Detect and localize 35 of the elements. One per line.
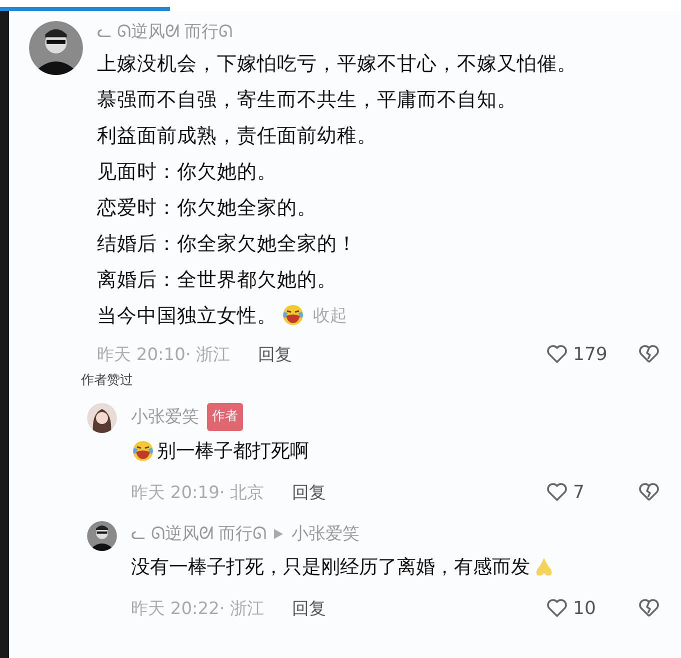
- comment-text: 结婚后：你全家欠她全家的！: [97, 230, 357, 256]
- author-liked-label: 作者赞过: [81, 372, 134, 389]
- comment-text: 慕强而不自强，寄生而不共生，平庸而不自知。: [97, 86, 517, 112]
- comment-text: 见面时：你欠她的。: [97, 158, 277, 184]
- comment-text: 上嫁没机会，下嫁怕吃亏，平嫁不甘心，不嫁又怕催。: [97, 50, 577, 76]
- comment-text: 别一棒子都打死啊: [157, 439, 309, 464]
- like-count: 7: [573, 482, 586, 502]
- laughing-face-icon: [281, 303, 305, 327]
- comment-text: 离婚后：全世界都欠她的。: [97, 266, 337, 292]
- username[interactable]: 小张爱笑: [131, 404, 199, 430]
- comment-meta: 昨天 20:10· 浙江: [97, 344, 230, 366]
- username[interactable]: 小张爱笑: [291, 521, 360, 547]
- avatar[interactable]: [87, 521, 117, 551]
- reply-link[interactable]: 回复: [292, 480, 326, 504]
- reply-link[interactable]: 回复: [292, 596, 326, 620]
- collapse-link[interactable]: 收起: [313, 304, 347, 326]
- comment-meta: 昨天 20:19· 北京: [131, 482, 264, 504]
- avatar[interactable]: [29, 21, 83, 75]
- avatar[interactable]: [87, 403, 117, 433]
- comment-text: 没有一棒子打死，只是刚经历了离婚，有感而发: [131, 555, 530, 580]
- comment-text: 利益面前成熟，责任面前幼稚。: [97, 122, 377, 148]
- heart-icon[interactable]: [545, 596, 569, 620]
- laughing-face-icon: [131, 439, 155, 463]
- username[interactable]: ᓚ ᘏ逆风ᘛ 而行ᘏ: [131, 521, 266, 547]
- heart-icon[interactable]: [545, 480, 569, 504]
- like-count: 179: [573, 344, 608, 364]
- username[interactable]: ᓚ ᘏ逆风ᘛ 而行ᘏ: [97, 19, 232, 45]
- reply-link[interactable]: 回复: [258, 342, 292, 366]
- like-count: 10: [573, 598, 597, 618]
- comment-text: 当今中国独立女性。: [97, 302, 277, 328]
- comment-meta: 昨天 20:22· 浙江: [131, 598, 264, 620]
- author-badge: 作者: [207, 403, 243, 431]
- reply-arrow-icon: [274, 529, 284, 539]
- comment-text: 恋爱时：你欠她全家的。: [97, 194, 317, 220]
- heart-icon[interactable]: [545, 342, 569, 366]
